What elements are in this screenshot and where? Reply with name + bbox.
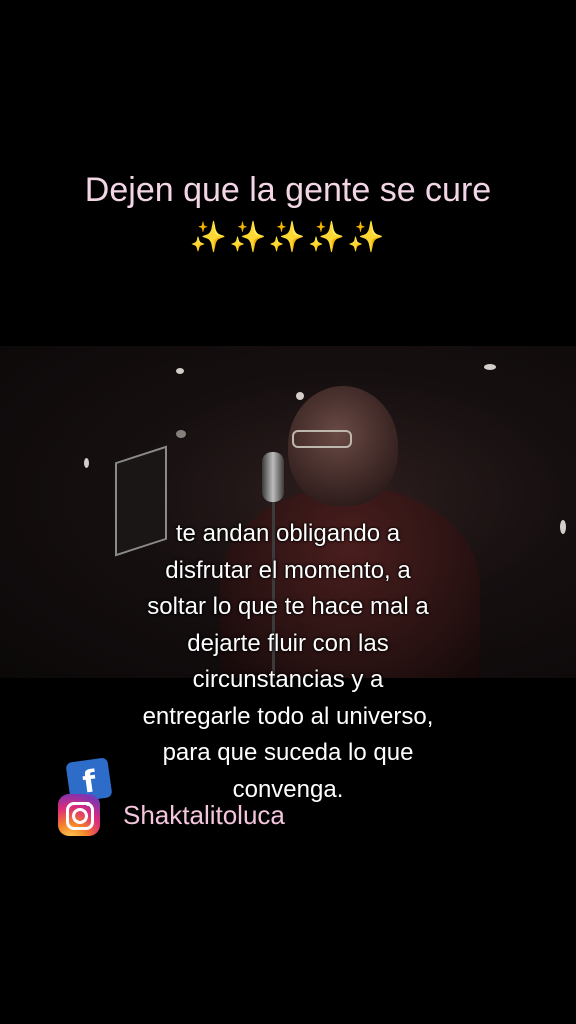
overlay-line: para que suceda lo que <box>162 739 414 766</box>
glasses <box>292 430 352 448</box>
overlay-text: te andan obligando a disfrutar el moment… <box>88 516 488 808</box>
microphone-icon <box>262 452 284 502</box>
social-icons: f <box>58 757 118 840</box>
overlay-line: soltar lo que te hace mal a <box>147 593 429 620</box>
stage-light <box>84 458 89 468</box>
instagram-icon[interactable] <box>58 794 100 836</box>
stage-light <box>484 364 496 370</box>
overlay-line: dejarte fluir con las <box>187 629 389 657</box>
overlay-line: entregarle todo al universo, <box>142 702 434 730</box>
caption-title: Dejen que la gente se cure <box>84 171 492 209</box>
account-handle[interactable]: Shaktalitoluca <box>123 800 285 831</box>
overlay-line: circunstancias y a <box>192 666 384 693</box>
stage-light <box>296 392 304 400</box>
sparkles-emoji: ✨✨✨✨✨ <box>189 221 387 254</box>
stage-light <box>176 430 186 438</box>
overlay-line: te andan obligando a <box>175 520 401 547</box>
stage-light <box>560 520 566 534</box>
stage-light <box>176 368 184 374</box>
overlay-line: disfrutar el momento, a <box>165 556 411 584</box>
